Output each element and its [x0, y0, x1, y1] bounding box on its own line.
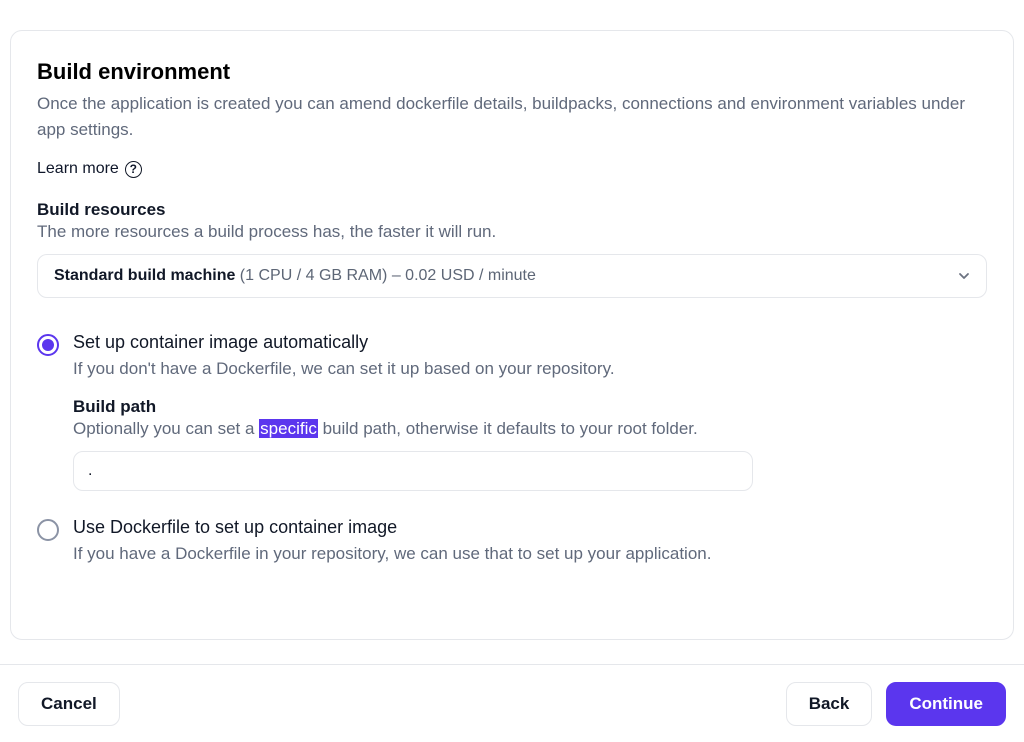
build-resources-desc: The more resources a build process has, … [37, 222, 987, 242]
build-path-section: Build path Optionally you can set a spec… [73, 397, 987, 491]
radio-auto[interactable] [37, 334, 59, 356]
build-path-desc-post: build path, otherwise it defaults to you… [318, 419, 698, 438]
help-icon [125, 161, 142, 178]
radio-auto-title: Set up container image automatically [73, 332, 987, 353]
radio-dockerfile-title: Use Dockerfile to set up container image [73, 517, 987, 538]
build-path-input[interactable] [73, 451, 753, 491]
continue-button[interactable]: Continue [886, 682, 1006, 726]
container-setup-radio-group: Set up container image automatically If … [37, 332, 987, 564]
build-path-desc: Optionally you can set a specific build … [73, 419, 987, 439]
radio-option-dockerfile: Use Dockerfile to set up container image… [37, 517, 987, 564]
build-resources-selected-name: Standard build machine [54, 267, 235, 284]
radio-dot-icon [42, 339, 54, 351]
build-resources-selected: Standard build machine (1 CPU / 4 GB RAM… [54, 267, 536, 285]
build-path-desc-pre: Optionally you can set a [73, 419, 259, 438]
learn-more-label: Learn more [37, 160, 119, 178]
radio-auto-desc: If you don't have a Dockerfile, we can s… [73, 359, 987, 379]
back-button[interactable]: Back [786, 682, 873, 726]
page-title: Build environment [37, 59, 987, 85]
cancel-button[interactable]: Cancel [18, 682, 120, 726]
learn-more-link[interactable]: Learn more [37, 160, 142, 178]
footer-bar: Cancel Back Continue [0, 664, 1024, 742]
build-resources-select[interactable]: Standard build machine (1 CPU / 4 GB RAM… [37, 254, 987, 298]
build-environment-card: Build environment Once the application i… [10, 30, 1014, 640]
chevron-down-icon [958, 270, 970, 282]
build-path-label: Build path [73, 397, 987, 417]
build-resources-section: Build resources The more resources a bui… [37, 200, 987, 298]
build-resources-label: Build resources [37, 200, 987, 220]
radio-option-auto: Set up container image automatically If … [37, 332, 987, 491]
radio-dockerfile-desc: If you have a Dockerfile in your reposit… [73, 544, 987, 564]
build-resources-selected-detail: (1 CPU / 4 GB RAM) – 0.02 USD / minute [235, 267, 536, 284]
radio-dockerfile[interactable] [37, 519, 59, 541]
build-path-desc-highlight: specific [259, 419, 318, 438]
page-subtitle: Once the application is created you can … [37, 91, 987, 142]
